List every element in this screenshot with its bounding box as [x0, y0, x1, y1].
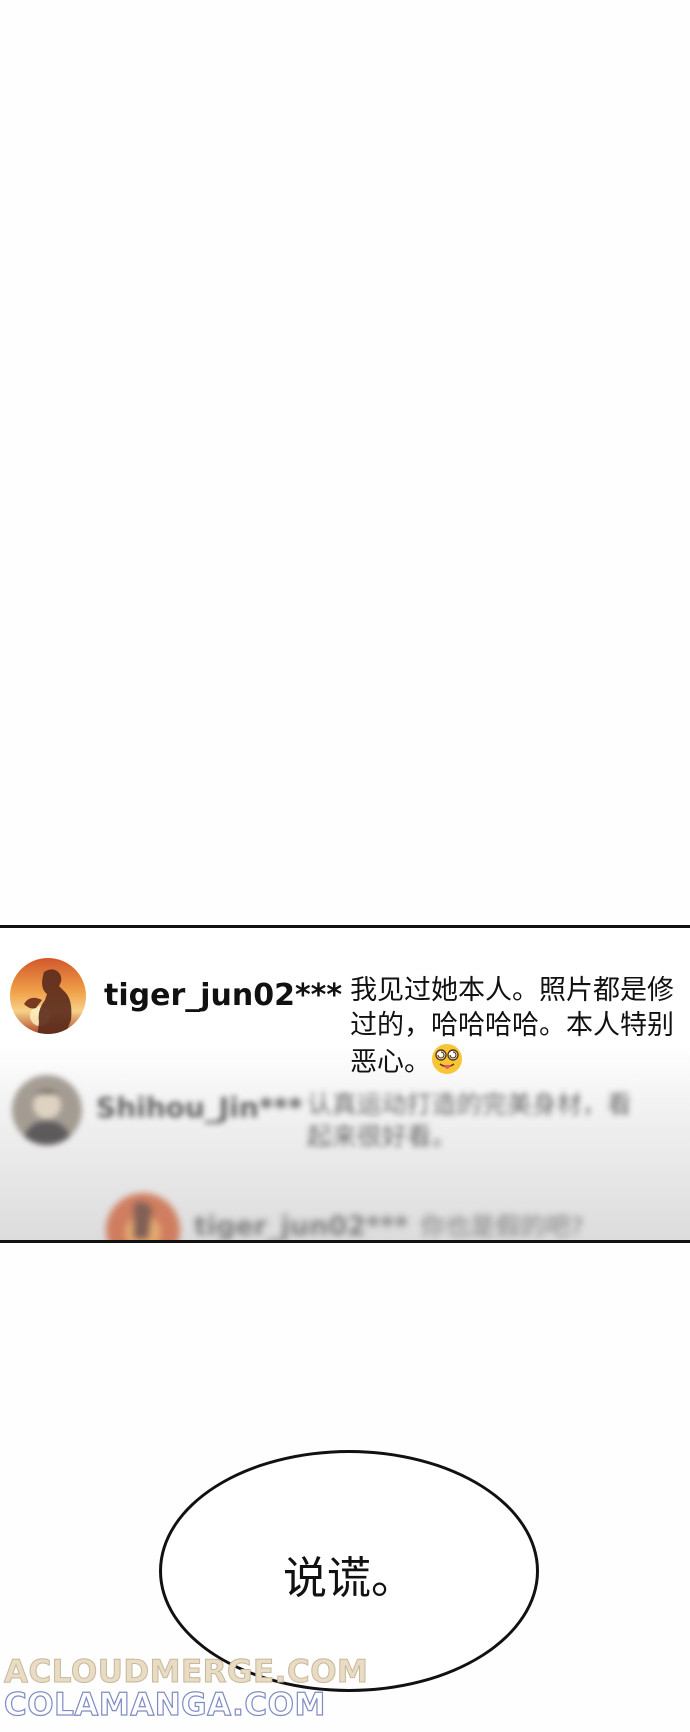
watermark: ACLOUDMERGE.COM COLAMANGA.COM [3, 1654, 369, 1723]
comment-item: Shihou_Jin*** 认真运动打造的完美身材，看起来很好看。 [12, 1075, 647, 1153]
comment-text: 我见过她本人。照片都是修过的，哈哈哈哈。本人特别恶心。 [350, 974, 680, 1081]
woozy-tongue-emoji-icon [431, 1043, 463, 1075]
comment-panel: tiger_jun02*** 我见过她本人。照片都是修过的，哈哈哈哈。本人特别恶… [0, 925, 690, 1243]
comment-text: 你也是假的吧? [420, 1212, 584, 1241]
watermark-line-2: COLAMANGA.COM [3, 1687, 326, 1723]
comment-item: tiger_jun02*** 我见过她本人。照片都是修过的，哈哈哈哈。本人特别恶… [10, 958, 680, 1081]
avatar [10, 958, 86, 1034]
comment-username[interactable]: tiger_jun02*** [104, 978, 342, 1013]
watermark-line-1: ACLOUDMERGE.COM [3, 1654, 369, 1690]
comment-username[interactable]: tiger_jun02*** [194, 1211, 408, 1240]
avatar [106, 1193, 180, 1240]
comment-username[interactable]: Shihou_Jin*** [96, 1091, 303, 1124]
comment-item: tiger_jun02*** 你也是假的吧? [106, 1193, 584, 1241]
speech-text: 说谎。 [283, 1553, 415, 1604]
comment-text-body: 我见过她本人。照片都是修过的，哈哈哈哈。本人特别恶心。 [350, 975, 675, 1079]
comment-text: 认真运动打造的完美身材，看起来很好看。 [306, 1090, 632, 1151]
avatar [12, 1075, 82, 1145]
